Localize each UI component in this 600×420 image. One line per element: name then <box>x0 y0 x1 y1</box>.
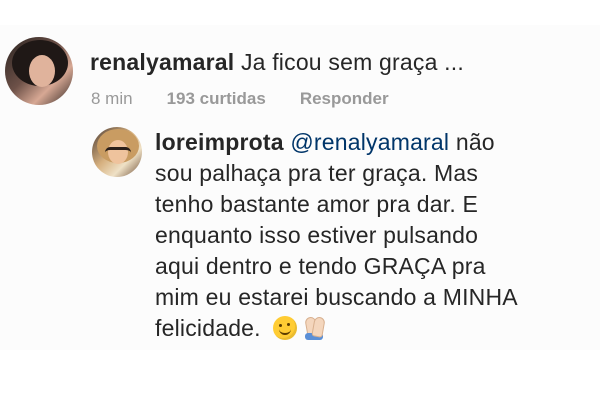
reply-text-line-7-label: felicidade. <box>155 315 261 341</box>
comment-time: 8 min <box>91 89 133 108</box>
comment-thread: renalyamaral Ja ficou sem graça ... 8 mi… <box>0 25 600 350</box>
folded-hands-icon <box>302 315 326 341</box>
comment-line: renalyamaral Ja ficou sem graça ... <box>90 47 464 78</box>
reply-text-line-2: sou palhaça pra ter graça. Mas <box>155 160 479 186</box>
comment-username[interactable]: renalyamaral <box>90 49 234 75</box>
reply-text-line-5: aqui dentro e tendo GRAÇA pra <box>155 253 486 279</box>
comment-meta: 8 min 193 curtidas Responder <box>91 88 464 110</box>
avatar[interactable] <box>5 37 73 105</box>
reply-text-line-6: mim eu estarei buscando a MINHA <box>155 284 518 310</box>
reply-text-line-4: enquanto isso estiver pulsando <box>155 222 479 248</box>
smiling-face-icon <box>273 316 298 340</box>
reply-text-line-7: felicidade. <box>155 313 518 344</box>
sunglasses-icon <box>105 147 131 158</box>
reply-line-1: loreimprota @renalyamaral não <box>155 127 518 158</box>
reply-emoji-row <box>273 315 326 341</box>
reply-body: loreimprota @renalyamaral não sou palhaç… <box>155 127 518 344</box>
reply-username[interactable]: loreimprota <box>155 129 284 155</box>
avatar-face <box>29 55 55 87</box>
screen: renalyamaral Ja ficou sem graça ... 8 mi… <box>0 0 600 420</box>
reply-text-line-1: não <box>455 129 495 155</box>
comment-body: renalyamaral Ja ficou sem graça ... 8 mi… <box>90 37 464 110</box>
avatar[interactable] <box>92 127 142 177</box>
folded-hands-cuff <box>305 333 324 340</box>
reply-text-line-3: tenho bastante amor pra dar. E <box>155 191 479 217</box>
reply-mention-link[interactable]: @renalyamaral <box>290 129 449 155</box>
comment-likes[interactable]: 193 curtidas <box>167 88 266 110</box>
reply-item: loreimprota @renalyamaral não sou palhaç… <box>92 127 518 344</box>
reply-button[interactable]: Responder <box>300 88 389 110</box>
comment-text: Ja ficou sem graça ... <box>240 49 464 75</box>
comment-item: renalyamaral Ja ficou sem graça ... 8 mi… <box>5 37 464 110</box>
